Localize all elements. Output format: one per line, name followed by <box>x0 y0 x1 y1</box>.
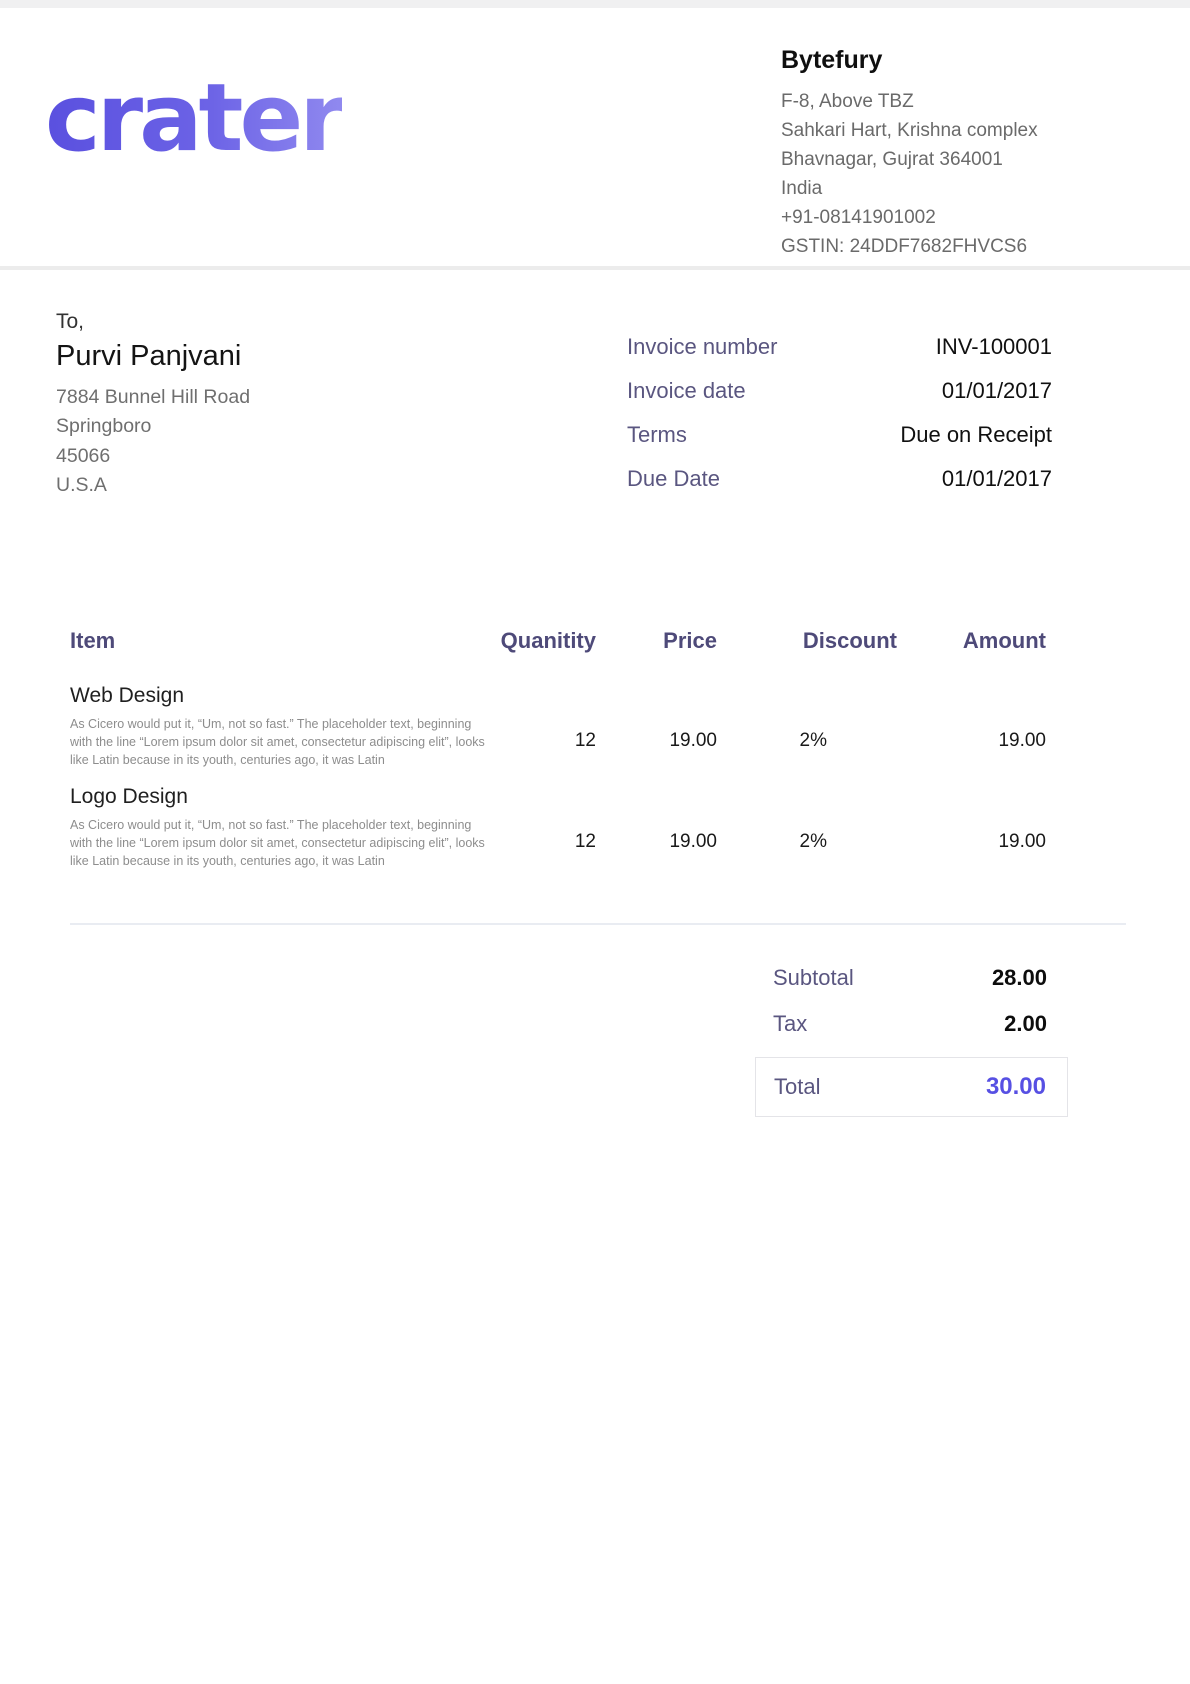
item-amount: 19.00 <box>900 684 1126 752</box>
item-cell: Logo Design As Cicero would put it, “Um,… <box>70 785 490 870</box>
items-table: Item Quanitity Price Discount Amount Web… <box>70 628 1126 925</box>
company-address-line: Sahkari Hart, Krishna complex <box>781 116 1126 145</box>
invoice-meta-row: Invoice date 01/01/2017 <box>627 378 1052 404</box>
total-label: Total <box>774 1074 820 1100</box>
client-name: Purvi Panjvani <box>56 340 250 373</box>
tax-row: Tax 2.00 <box>755 1011 1068 1037</box>
client-address-line: U.S.A <box>56 471 250 500</box>
company-address: F-8, Above TBZ Sahkari Hart, Krishna com… <box>781 87 1126 261</box>
invoice-meta-row: Terms Due on Receipt <box>627 422 1052 448</box>
terms-value: Due on Receipt <box>900 422 1052 448</box>
company-phone: +91-08141901002 <box>781 203 1126 232</box>
total-box: Total 30.00 <box>755 1057 1068 1117</box>
column-header-quantity: Quanitity <box>490 628 600 654</box>
company-address-line: F-8, Above TBZ <box>781 87 1126 116</box>
page-top-strip <box>0 0 1190 8</box>
item-quantity: 12 <box>490 785 600 853</box>
company-block: Bytefury F-8, Above TBZ Sahkari Hart, Kr… <box>781 30 1126 261</box>
item-description: As Cicero would put it, “Um, not so fast… <box>70 817 487 870</box>
tax-label: Tax <box>773 1011 807 1037</box>
item-name: Logo Design <box>70 785 490 809</box>
client-address-line: 7884 Bunnel Hill Road <box>56 383 250 412</box>
invoice-meta-row: Due Date 01/01/2017 <box>627 466 1052 492</box>
company-address-line: Bhavnagar, Gujrat 364001 <box>781 145 1126 174</box>
tax-value: 2.00 <box>1004 1011 1047 1037</box>
item-cell: Web Design As Cicero would put it, “Um, … <box>70 684 490 769</box>
item-discount: 2% <box>720 785 900 853</box>
items-table-body: Web Design As Cicero would put it, “Um, … <box>70 684 1126 925</box>
parties-section: To, Purvi Panjvani 7884 Bunnel Hill Road… <box>0 270 1190 510</box>
due-date-label: Due Date <box>627 466 720 492</box>
invoice-meta-block: Invoice number INV-100001 Invoice date 0… <box>627 334 1052 510</box>
column-header-amount: Amount <box>900 628 1126 654</box>
item-price: 19.00 <box>600 684 720 752</box>
column-header-item: Item <box>70 628 490 654</box>
item-description: As Cicero would put it, “Um, not so fast… <box>70 716 487 769</box>
column-header-discount: Discount <box>720 628 900 654</box>
item-price: 19.00 <box>600 785 720 853</box>
subtotal-label: Subtotal <box>773 965 854 991</box>
client-address-line: Springboro <box>56 412 250 441</box>
item-name: Web Design <box>70 684 490 708</box>
invoice-header: crater Bytefury F-8, Above TBZ Sahkari H… <box>0 8 1190 270</box>
due-date-value: 01/01/2017 <box>942 466 1052 492</box>
bill-to-label: To, <box>56 310 250 334</box>
invoice-date-value: 01/01/2017 <box>942 378 1052 404</box>
subtotal-value: 28.00 <box>992 965 1047 991</box>
total-value: 30.00 <box>986 1073 1046 1101</box>
client-address-line: 45066 <box>56 442 250 471</box>
item-row: Web Design As Cicero would put it, “Um, … <box>70 684 1126 769</box>
column-header-price: Price <box>600 628 720 654</box>
item-row: Logo Design As Cicero would put it, “Um,… <box>70 785 1126 870</box>
company-address-line: India <box>781 174 1126 203</box>
invoice-number-value: INV-100001 <box>936 334 1052 360</box>
item-amount: 19.00 <box>900 785 1126 853</box>
item-quantity: 12 <box>490 684 600 752</box>
terms-label: Terms <box>627 422 687 448</box>
subtotal-row: Subtotal 28.00 <box>755 965 1068 991</box>
company-gstin: GSTIN: 24DDF7682FHVCS6 <box>781 232 1126 261</box>
client-address: 7884 Bunnel Hill Road Springboro 45066 U… <box>56 383 250 500</box>
item-discount: 2% <box>720 684 900 752</box>
invoice-meta-row: Invoice number INV-100001 <box>627 334 1052 360</box>
totals-block: Subtotal 28.00 Tax 2.00 Total 30.00 <box>755 965 1068 1117</box>
company-name: Bytefury <box>781 46 1126 75</box>
invoice-number-label: Invoice number <box>627 334 777 360</box>
bill-to-block: To, Purvi Panjvani 7884 Bunnel Hill Road… <box>56 310 250 510</box>
invoice-page: crater Bytefury F-8, Above TBZ Sahkari H… <box>0 0 1190 1684</box>
invoice-date-label: Invoice date <box>627 378 746 404</box>
items-table-header: Item Quanitity Price Discount Amount <box>70 628 1126 654</box>
crater-logo: crater <box>45 72 342 166</box>
